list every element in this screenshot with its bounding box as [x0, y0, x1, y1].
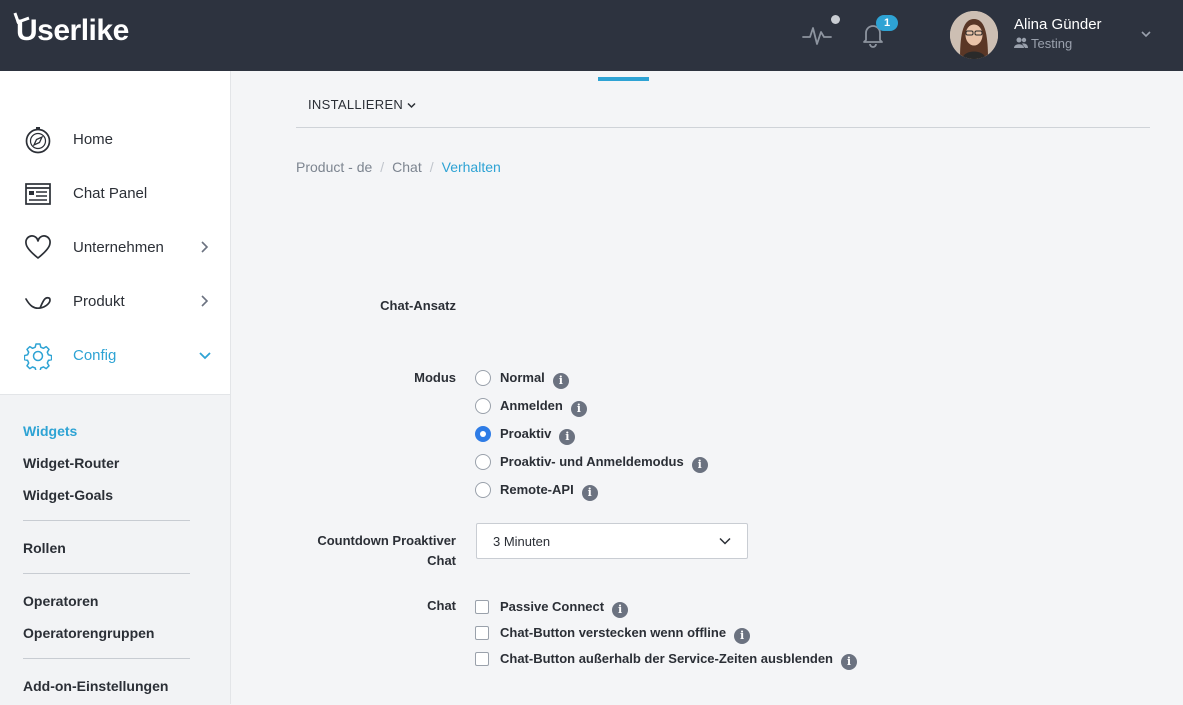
- userlike-logo[interactable]: Userlike: [13, 9, 129, 48]
- sidebar-item-label: Produkt: [73, 293, 125, 310]
- radio-label: Normal: [500, 370, 545, 385]
- divider: [23, 573, 190, 574]
- info-icon[interactable]: i: [559, 429, 576, 445]
- countdown-select-value: 3 Minuten: [493, 534, 551, 549]
- checkbox[interactable]: [475, 652, 489, 666]
- status-dot: [831, 15, 840, 24]
- top-bar: Userlike 1 Alina Günder Testing: [0, 0, 1183, 71]
- checkbox-label: Passive Connect: [500, 599, 605, 614]
- chevron-right-icon: [201, 241, 209, 253]
- chat-panel-icon: [25, 183, 51, 205]
- submenu-item-operatorengruppen[interactable]: Operatorengruppen: [23, 625, 154, 641]
- avatar[interactable]: [950, 11, 998, 59]
- radio-button[interactable]: [475, 398, 491, 414]
- radio-button[interactable]: [475, 370, 491, 386]
- sidebar-item-config[interactable]: Config: [0, 335, 230, 375]
- breadcrumb-item[interactable]: Product - de: [296, 159, 372, 175]
- chevron-down-icon: [719, 537, 731, 545]
- breadcrumb-separator: /: [429, 159, 434, 175]
- radio-label: Proaktiv- und Anmeldemodus: [500, 454, 684, 469]
- sidebar-item-label: Config: [73, 347, 117, 364]
- radio-button-selected[interactable]: [475, 426, 491, 442]
- info-icon[interactable]: i: [581, 485, 598, 501]
- avatar-image: [950, 11, 998, 59]
- checkbox[interactable]: [475, 600, 489, 614]
- checkbox-label: Chat-Button verstecken wenn offline: [500, 625, 727, 640]
- info-icon[interactable]: i: [691, 457, 708, 473]
- config-submenu: Widgets Widget-Router Widget-Goals Rolle…: [0, 394, 230, 705]
- gear-icon: [24, 343, 52, 370]
- sidebar-item-produkt[interactable]: Produkt: [0, 281, 230, 321]
- tab-installieren[interactable]: INSTALLIEREN: [308, 97, 416, 112]
- heart-icon: [25, 235, 51, 259]
- info-icon[interactable]: i: [734, 628, 751, 644]
- checkbox[interactable]: [475, 626, 489, 640]
- sidebar-item-home[interactable]: Home: [0, 119, 230, 159]
- user-team-label: Testing: [1031, 36, 1073, 51]
- sidebar-item-chat-panel[interactable]: Chat Panel: [0, 173, 230, 213]
- breadcrumb-item[interactable]: Chat: [392, 159, 422, 175]
- submenu-item-widgets[interactable]: Widgets: [23, 423, 77, 439]
- logo-text: Userlike: [16, 14, 129, 47]
- submenu-item-widget-router[interactable]: Widget-Router: [23, 455, 119, 471]
- submenu-item-add-on-einstellungen[interactable]: Add-on-Einstellungen: [23, 678, 168, 694]
- active-tab-indicator: [598, 77, 649, 81]
- activity-pulse-icon[interactable]: [802, 22, 832, 48]
- info-icon[interactable]: i: [570, 401, 587, 417]
- countdown-label-line2: Chat: [427, 553, 456, 568]
- countdown-select[interactable]: 3 Minuten: [476, 523, 748, 559]
- radio-label: Anmelden: [500, 398, 563, 413]
- chat-label: Chat: [427, 598, 456, 613]
- chevron-down-icon[interactable]: [1140, 28, 1152, 40]
- submenu-item-widget-goals[interactable]: Widget-Goals: [23, 487, 113, 503]
- breadcrumb-current: Verhalten: [441, 159, 501, 175]
- user-name[interactable]: Alina Günder: [1014, 16, 1102, 33]
- breadcrumb: Product - de / Chat / Verhalten: [296, 159, 501, 175]
- countdown-label-line1: Countdown Proaktiver: [317, 533, 456, 548]
- notification-badge: 1: [876, 15, 898, 31]
- radio-label: Remote-API: [500, 482, 574, 497]
- breadcrumb-separator: /: [380, 159, 385, 175]
- user-team: Testing: [1014, 36, 1072, 51]
- radio-label: Proaktiv: [500, 426, 552, 441]
- sidebar-item-label: Home: [73, 131, 114, 148]
- chevron-down-icon: [199, 352, 211, 360]
- divider: [23, 520, 190, 521]
- submenu-item-rollen[interactable]: Rollen: [23, 540, 66, 556]
- checkbox-label: Chat-Button außerhalb der Service-Zeiten…: [500, 651, 833, 666]
- sidebar-item-label: Unternehmen: [73, 239, 164, 256]
- chevron-down-icon: [407, 102, 416, 109]
- sidebar-item-unternehmen[interactable]: Unternehmen: [0, 227, 230, 267]
- tab-installieren-label: INSTALLIEREN: [308, 97, 404, 112]
- info-icon[interactable]: i: [552, 373, 569, 389]
- sidebar: Home Chat Panel Unternehmen Produkt Conf…: [0, 71, 231, 705]
- radio-button[interactable]: [475, 482, 491, 498]
- info-icon[interactable]: i: [612, 602, 629, 618]
- radio-button[interactable]: [475, 454, 491, 470]
- sidebar-item-label: Chat Panel: [73, 185, 148, 202]
- section-label-chat-ansatz: Chat-Ansatz: [380, 298, 456, 313]
- team-icon: [1014, 37, 1028, 48]
- compass-icon: [25, 127, 51, 154]
- divider: [23, 658, 190, 659]
- countdown-label: Countdown Proaktiver Chat: [296, 531, 456, 571]
- submenu-item-operatoren[interactable]: Operatoren: [23, 593, 98, 609]
- chevron-right-icon: [201, 295, 209, 307]
- modus-label: Modus: [414, 370, 456, 385]
- info-icon[interactable]: i: [841, 654, 857, 670]
- tab-divider: [296, 127, 1150, 128]
- product-icon: [25, 296, 51, 310]
